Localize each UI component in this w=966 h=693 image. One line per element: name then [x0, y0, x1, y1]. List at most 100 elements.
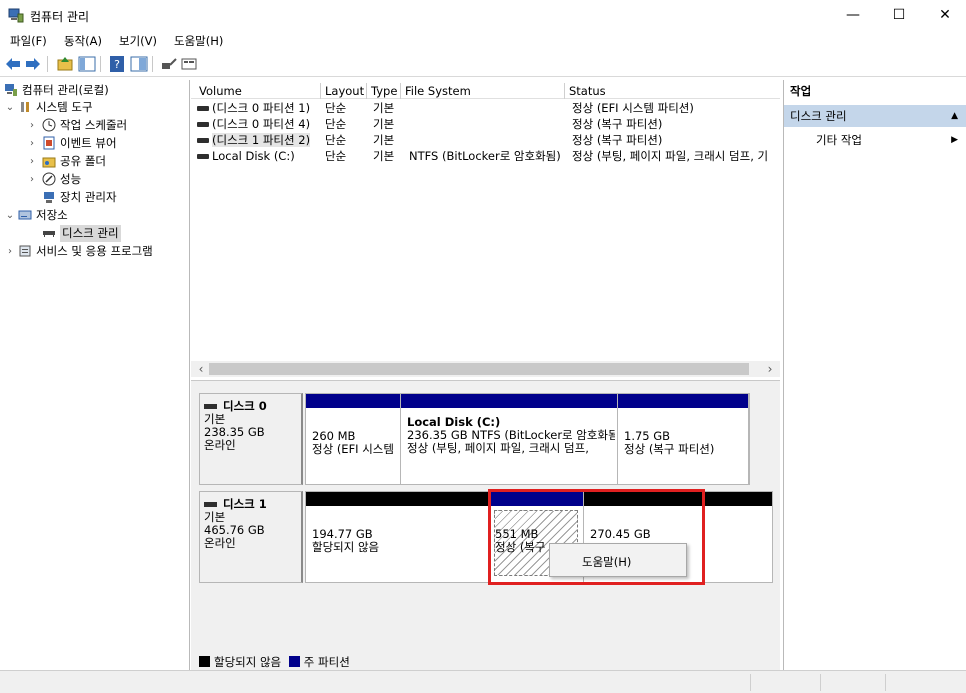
partition-status: 정상 (복구 파티션) [624, 442, 715, 456]
volume-row[interactable]: Local Disk (C:) 단순 기본 NTFS (BitLocker로 암… [191, 148, 780, 164]
disk-management-icon [43, 231, 55, 237]
collapse-arrow-icon[interactable]: › [4, 243, 16, 260]
collapse-arrow-icon[interactable]: › [26, 171, 38, 188]
tree-node-device-manager[interactable]: 장치 관리자 [4, 189, 184, 206]
column-status[interactable]: Status [565, 83, 780, 99]
tree-node-task-scheduler[interactable]: › 작업 스케줄러 [4, 117, 184, 134]
volume-row[interactable]: (디스크 0 파티션 4) 단순 기본 정상 (복구 파티션) [191, 116, 780, 132]
up-folder-icon[interactable] [56, 55, 74, 73]
tools-icon [21, 102, 29, 112]
toolbar-separator [47, 56, 48, 72]
volume-status: 정상 (EFI 시스템 파티션) [572, 101, 694, 115]
window-title: 컴퓨터 관리 [30, 10, 90, 24]
tree-label: 서비스 및 응용 프로그램 [36, 244, 153, 258]
column-layout[interactable]: Layout [321, 83, 367, 99]
tree-node-shared-folders[interactable]: › 공유 폴더 [4, 153, 184, 170]
disk1-unallocated[interactable]: 194.77 GB 할당되지 않음 [306, 492, 489, 582]
toolbar: ? [0, 51, 966, 77]
status-bar [0, 670, 966, 693]
show-hide-tree-icon[interactable] [78, 55, 96, 73]
volume-row[interactable]: (디스크 1 파티션 2) 단순 기본 정상 (복구 파티션) [191, 132, 780, 148]
minimize-button[interactable]: — [830, 0, 876, 30]
collapse-triangle-icon[interactable]: ▲ [951, 105, 958, 127]
disk-icon [204, 502, 217, 507]
volume-status: 정상 (부팅, 페이지 파일, 크래시 덤프, 기 [572, 149, 769, 163]
performance-icon [42, 172, 56, 186]
tree-node-performance[interactable]: › 성능 [4, 171, 184, 188]
tree-label: 장치 관리자 [60, 190, 117, 204]
volume-list-header: Volume Layout Type File System Status [191, 83, 780, 99]
back-icon[interactable] [4, 55, 22, 73]
partition-bar [306, 394, 400, 408]
computer-management-icon [5, 84, 17, 96]
legend-unallocated: 할당되지 않음 [214, 655, 282, 669]
actions-pane: 작업 디스크 관리 ▲ 기타 작업 ▶ [783, 80, 966, 670]
horizontal-scrollbar[interactable]: ‹ › [191, 361, 780, 377]
column-type[interactable]: Type [367, 83, 401, 99]
collapse-arrow-icon[interactable]: › [26, 153, 38, 170]
volume-layout: 단순 [325, 133, 347, 147]
volume-type: 기본 [373, 101, 395, 115]
help-icon[interactable]: ? [108, 55, 126, 73]
tree-node-disk-management[interactable]: 디스크 관리 [4, 225, 184, 242]
partition-bar [306, 492, 488, 506]
scroll-left-icon[interactable]: ‹ [193, 361, 209, 377]
volume-layout: 단순 [325, 149, 347, 163]
collapse-arrow-icon[interactable]: › [26, 135, 38, 152]
disk0-label[interactable]: 디스크 0 기본 238.35 GB 온라인 [199, 393, 303, 485]
computer-management-icon [8, 8, 24, 23]
menu-view[interactable]: 보기(V) [119, 33, 157, 49]
legend-swatch-unallocated [199, 656, 210, 667]
volume-fs [409, 132, 565, 148]
tree-label: 이벤트 뷰어 [60, 136, 117, 150]
status-divider [820, 674, 821, 691]
tree-node-storage[interactable]: ⌄ 저장소 [4, 207, 184, 224]
volume-fs [409, 116, 565, 132]
disk0-partition-recovery[interactable]: 1.75 GB 정상 (복구 파티션) [618, 394, 749, 484]
collapse-arrow-icon[interactable]: › [26, 117, 38, 134]
disk0-name: 디스크 0 [223, 399, 267, 413]
forward-icon[interactable] [24, 55, 42, 73]
volume-name: (디스크 0 파티션 4) [212, 117, 311, 131]
menu-action[interactable]: 동작(A) [64, 33, 102, 49]
svg-text:?: ? [114, 58, 120, 71]
legend-primary: 주 파티션 [303, 655, 350, 669]
column-volume[interactable]: Volume [195, 83, 321, 99]
disk1-label[interactable]: 디스크 1 기본 465.76 GB 온라인 [199, 491, 303, 583]
tree-node-root[interactable]: 컴퓨터 관리(로컬) [4, 82, 184, 99]
close-button[interactable]: ✕ [922, 0, 966, 30]
actions-more[interactable]: 기타 작업 ▶ [784, 130, 966, 150]
column-file-system[interactable]: File System [401, 83, 565, 99]
volume-type: 기본 [373, 149, 395, 163]
menu-help[interactable]: 도움말(H) [174, 33, 223, 49]
scroll-right-icon[interactable]: › [762, 361, 778, 377]
tree-node-services-apps[interactable]: › 서비스 및 응용 프로그램 [4, 243, 184, 260]
volume-row[interactable]: (디스크 0 파티션 1) 단순 기본 정상 (EFI 시스템 파티션) [191, 100, 780, 116]
menu-file[interactable]: 파일(F) [10, 33, 47, 49]
clock-icon [42, 118, 56, 132]
actions-header: 작업 [790, 84, 812, 98]
connect-icon[interactable] [160, 55, 178, 73]
disk-icon [204, 404, 217, 409]
volume-fs: NTFS (BitLocker로 암호화됨) [409, 149, 561, 163]
maximize-button[interactable]: ☐ [876, 0, 922, 30]
tree-node-event-viewer[interactable]: › 이벤트 뷰어 [4, 135, 184, 152]
context-menu-help[interactable]: 도움말(H) [582, 554, 631, 570]
expand-arrow-icon[interactable]: ⌄ [4, 99, 16, 116]
scrollbar-thumb[interactable] [209, 363, 749, 375]
properties-icon[interactable] [130, 55, 148, 73]
actions-section-disk-management[interactable]: 디스크 관리 ▲ [784, 105, 966, 127]
view-icon[interactable] [180, 55, 198, 73]
expand-arrow-icon[interactable]: ⌄ [4, 207, 16, 224]
disk0-partition-c[interactable]: Local Disk (C:) 236.35 GB NTFS (BitLocke… [401, 394, 618, 484]
tree-label: 시스템 도구 [36, 100, 93, 114]
disk0-partition-efi[interactable]: 260 MB 정상 (EFI 시스템 [306, 394, 401, 484]
services-icon [19, 245, 31, 257]
volume-icon [197, 138, 209, 143]
shared-folder-icon [42, 157, 56, 168]
partition-status: 정상 (EFI 시스템 [312, 442, 394, 456]
disk1-state: 온라인 [204, 536, 236, 550]
menu-bar: 파일(F) 동작(A) 보기(V) 도움말(H) [0, 30, 966, 50]
partition-status: 정상 (부팅, 페이지 파일, 크래시 덤프, [407, 441, 589, 455]
tree-node-system-tools[interactable]: ⌄ 시스템 도구 [4, 99, 184, 116]
